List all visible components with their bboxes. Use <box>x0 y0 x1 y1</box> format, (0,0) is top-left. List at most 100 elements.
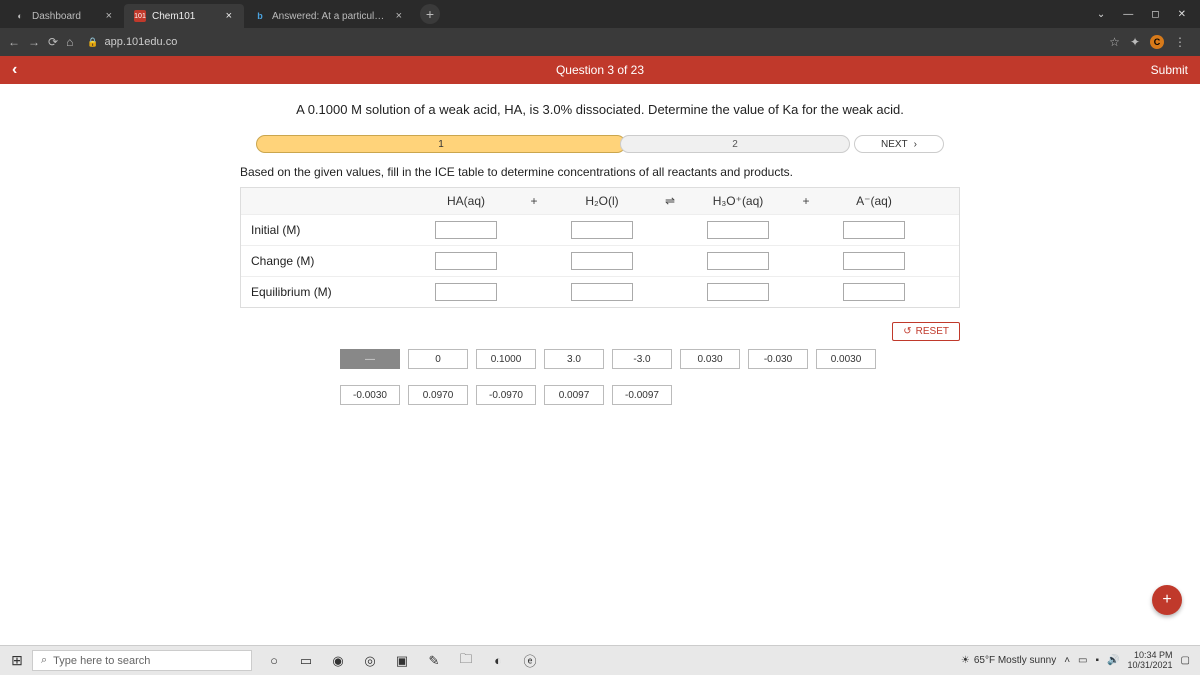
edge-icon[interactable]: ⓔ <box>518 649 542 673</box>
reset-button[interactable]: ↺ RESET <box>892 322 960 341</box>
minimize-icon[interactable]: — <box>1123 9 1133 20</box>
volume-icon[interactable]: 🔊 <box>1107 655 1119 666</box>
tray-chevron-icon[interactable]: ˄ <box>1064 655 1070 666</box>
cell-change-h2o[interactable] <box>571 252 633 270</box>
page-header: ‹ Question 3 of 23 Submit <box>0 56 1200 84</box>
search-placeholder: Type here to search <box>53 655 150 667</box>
tile-0.0097[interactable]: 0.0097 <box>544 385 604 405</box>
question-prompt: A 0.1000 M solution of a weak acid, HA, … <box>296 102 904 117</box>
weather-text: 65°F Mostly sunny <box>974 655 1056 666</box>
chrome-icon[interactable]: ◉ <box>326 649 350 673</box>
cell-change-h3o[interactable] <box>707 252 769 270</box>
next-button[interactable]: NEXT › <box>854 135 944 153</box>
date-text: 10/31/2021 <box>1128 661 1173 671</box>
row-label-change: Change (M) <box>241 246 411 276</box>
profile-badge[interactable]: C <box>1150 35 1164 49</box>
cell-eq-ha[interactable] <box>435 283 497 301</box>
chevron-down-icon[interactable]: ⌄ <box>1097 9 1105 20</box>
file-explorer-icon[interactable]: 🗀 <box>454 649 478 673</box>
start-button[interactable]: ⊞ <box>4 648 30 674</box>
taskbar-apps: ○ ▭ ◉ ◎ ▣ ✎ 🗀 ◐ ⓔ <box>262 649 542 673</box>
back-icon[interactable]: ← <box>8 35 20 49</box>
ice-table: HA(aq) + H₂O(l) ⇌ H₃O⁺(aq) + A⁻(aq) Init… <box>240 187 960 308</box>
weather-widget[interactable]: ☀ 65°F Mostly sunny <box>961 655 1056 666</box>
maximize-icon[interactable]: ◻ <box>1151 9 1159 20</box>
tile-0.0030[interactable]: 0.0030 <box>816 349 876 369</box>
plus-symbol: + <box>793 188 819 214</box>
close-icon[interactable]: × <box>394 10 404 22</box>
tile--0.0030[interactable]: -0.0030 <box>340 385 400 405</box>
tile-0.1000[interactable]: 0.1000 <box>476 349 536 369</box>
col-ha: HA(aq) <box>411 188 521 214</box>
chevron-right-icon: › <box>914 139 917 150</box>
row-label-equilibrium: Equilibrium (M) <box>241 277 411 307</box>
cell-initial-h3o[interactable] <box>707 221 769 239</box>
search-icon: ⌕ <box>41 654 47 667</box>
question-counter: Question 3 of 23 <box>556 63 644 77</box>
tile-0[interactable]: 0 <box>408 349 468 369</box>
step-indicator: 1 2 NEXT › <box>256 135 944 153</box>
cell-initial-a[interactable] <box>843 221 905 239</box>
tab-title: Dashboard <box>32 11 98 22</box>
tile--0.030[interactable]: -0.030 <box>748 349 808 369</box>
cell-eq-a[interactable] <box>843 283 905 301</box>
close-icon[interactable]: × <box>224 10 234 22</box>
cell-eq-h2o[interactable] <box>571 283 633 301</box>
tab-chem101[interactable]: 101 Chem101 × <box>124 4 244 28</box>
reload-icon[interactable]: ⟳ <box>48 35 58 49</box>
tile--3.0[interactable]: -3.0 <box>612 349 672 369</box>
display-icon[interactable]: ▭ <box>1078 655 1087 666</box>
tile--0.0970[interactable]: -0.0970 <box>476 385 536 405</box>
tile--0.0097[interactable]: -0.0097 <box>612 385 672 405</box>
back-chevron-icon[interactable]: ‹ <box>12 61 17 79</box>
question-content: A 0.1000 M solution of a weak acid, HA, … <box>0 84 1200 405</box>
home-icon[interactable]: ⌂ <box>66 35 73 49</box>
app-icon-1[interactable]: ◎ <box>358 649 382 673</box>
forward-icon[interactable]: → <box>28 35 40 49</box>
url-input[interactable]: 🔒 app.101edu.co <box>81 36 1095 48</box>
battery-icon[interactable]: ▪ <box>1096 655 1100 666</box>
tab-dashboard[interactable]: ◐ Dashboard × <box>4 4 124 28</box>
row-label-initial: Initial (M) <box>241 215 411 245</box>
add-fab-button[interactable]: + <box>1152 585 1182 615</box>
equilibrium-symbol: ⇌ <box>657 188 683 214</box>
cell-initial-h2o[interactable] <box>571 221 633 239</box>
cell-eq-h3o[interactable] <box>707 283 769 301</box>
tile-0.0970[interactable]: 0.0970 <box>408 385 468 405</box>
extension-icon[interactable]: ✦ <box>1130 35 1140 49</box>
step-2-pill[interactable]: 2 <box>620 135 850 153</box>
close-icon[interactable]: × <box>104 10 114 22</box>
clock[interactable]: 10:34 PM 10/31/2021 <box>1128 651 1173 671</box>
task-view-icon[interactable]: ▭ <box>294 649 318 673</box>
star-icon[interactable]: ☆ <box>1109 35 1120 49</box>
lock-icon: 🔒 <box>87 37 98 48</box>
reset-label: RESET <box>916 326 949 337</box>
app-icon-4[interactable]: ◐ <box>486 649 510 673</box>
step-1-pill[interactable]: 1 <box>256 135 626 153</box>
menu-icon[interactable]: ⋮ <box>1174 35 1186 49</box>
tab-title: Answered: At a particular tempe <box>272 11 388 22</box>
tile-blank[interactable]: — <box>340 349 400 369</box>
cell-change-ha[interactable] <box>435 252 497 270</box>
favicon-dashboard: ◐ <box>14 10 26 22</box>
taskbar-search-input[interactable]: ⌕ Type here to search <box>32 650 252 671</box>
cortana-icon[interactable]: ○ <box>262 649 286 673</box>
app-icon-2[interactable]: ▣ <box>390 649 414 673</box>
tab-bartleby[interactable]: b Answered: At a particular tempe × <box>244 4 414 28</box>
app-icon-3[interactable]: ✎ <box>422 649 446 673</box>
cell-change-a[interactable] <box>843 252 905 270</box>
undo-icon: ↺ <box>903 326 911 337</box>
tile-0.030[interactable]: 0.030 <box>680 349 740 369</box>
ice-row-equilibrium: Equilibrium (M) <box>241 277 959 307</box>
col-h2o: H₂O(l) <box>547 188 657 214</box>
cell-initial-ha[interactable] <box>435 221 497 239</box>
notifications-icon[interactable]: ▢ <box>1181 655 1190 666</box>
close-window-icon[interactable]: ✕ <box>1178 9 1186 20</box>
window-controls: ⌄ — ◻ ✕ <box>1087 9 1196 20</box>
favicon-chem101: 101 <box>134 10 146 22</box>
tile-3.0[interactable]: 3.0 <box>544 349 604 369</box>
new-tab-button[interactable]: + <box>420 4 440 24</box>
step-instruction: Based on the given values, fill in the I… <box>240 165 793 179</box>
submit-button[interactable]: Submit <box>1151 63 1188 77</box>
plus-symbol: + <box>521 188 547 214</box>
